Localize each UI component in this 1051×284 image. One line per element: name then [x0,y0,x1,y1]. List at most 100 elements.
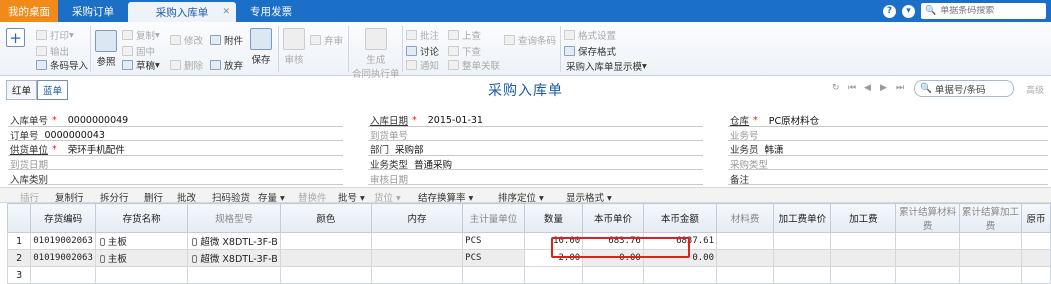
display-format-button[interactable]: 显示格式 ▾ [566,190,612,204]
cell[interactable] [94,266,189,284]
add-button[interactable]: + [6,28,25,47]
cell[interactable] [895,249,961,267]
date-field[interactable]: 入库日期 * 2015-01-31 [370,113,483,128]
display-template-select[interactable]: 采购入库单显示模 ▾ [566,59,647,74]
cell-memory[interactable] [370,249,464,267]
draft-button[interactable]: 草稿 ▾ [122,58,160,72]
salesman-field[interactable]: 业务员 韩潇 [730,142,784,156]
reference-button[interactable]: 参照 [95,30,117,68]
col-header[interactable]: 数量 [523,203,584,233]
audit-button[interactable]: 审核 [283,28,305,66]
cell-name[interactable]: 主板 [94,249,189,267]
abandon-button[interactable]: 放弃 [210,58,243,72]
dept-field[interactable]: 部门 采购部 [370,142,424,156]
cell[interactable] [959,266,1022,284]
col-header[interactable]: 加工费单价 [773,203,832,233]
doc-no-field[interactable]: 入库单号 * 0000000049 [10,113,128,128]
query-barcode-button[interactable]: 查询条码 [504,33,556,47]
replace-part-button[interactable]: 替换件 [298,190,327,204]
barcode-import-button[interactable]: 条码导入 [36,58,88,72]
table-row[interactable]: 2 01019002063 主板 超微 X8DTL-3F-B PCS 2.00 … [6,249,1051,267]
cell[interactable] [279,266,372,284]
cell-unit[interactable]: PCS [462,249,525,267]
col-header[interactable]: 规格型号 [187,203,281,233]
position-button[interactable]: 货位 ▾ [374,190,401,204]
col-header[interactable]: 材料费 [715,203,775,233]
last-record-icon[interactable]: ⏭ [896,83,904,93]
print-button[interactable]: 打印 ▾ [36,28,74,42]
modify-button[interactable]: 修改 [170,33,203,47]
scan-check-button[interactable]: 扫码验货 [212,190,250,204]
stock-button[interactable]: 存量 ▾ [258,190,285,204]
col-header[interactable]: 加工费 [830,203,897,233]
cell[interactable] [773,266,832,284]
tab-purchase-inbound[interactable]: 采购入库单 ✕ [128,2,236,22]
col-header[interactable]: 存货名称 [94,203,189,233]
cell[interactable] [773,249,832,267]
advanced-search-link[interactable]: 高级 [1026,83,1044,96]
cell[interactable] [959,232,1022,250]
cell-name[interactable]: 主板 [94,232,189,250]
save-format-button[interactable]: 保存格式 [564,44,616,58]
table-row[interactable]: 3 [6,266,1051,284]
lot-button[interactable]: 批号 ▾ [338,190,365,204]
cell[interactable] [370,266,464,284]
cell[interactable] [830,232,897,250]
prev-record-icon[interactable]: ◀ [864,83,871,93]
tab-my-desktop[interactable]: 我的桌面 [0,0,58,22]
attachment-icon[interactable] [99,238,105,246]
cell-spec[interactable]: 超微 X8DTL-3F-B [187,249,281,267]
batch-edit-button[interactable]: 批改 [177,190,196,204]
col-header[interactable]: 累计结算加工费 [959,203,1022,233]
col-header[interactable]: 本币单价 [582,203,644,233]
refresh-icon[interactable]: ↻ [832,83,840,93]
delete-button[interactable]: 删除 [170,58,203,72]
copy-row-button[interactable]: 复制行 [55,190,84,204]
cell[interactable] [715,249,775,267]
next-record-icon[interactable]: ▶ [880,83,887,93]
table-row[interactable]: 1 01019002063 主板 超微 X8DTL-3F-B PCS 10.00… [6,232,1051,250]
cell[interactable] [773,232,832,250]
cell[interactable] [715,266,775,284]
cell-memory[interactable] [370,232,464,250]
close-icon[interactable]: ✕ [222,7,230,17]
cell-color[interactable] [279,232,372,250]
cell[interactable] [187,266,281,284]
check-button[interactable]: 固中 [122,44,155,58]
conversion-button[interactable]: 结存换算率 ▾ [418,190,473,204]
col-header[interactable]: 累计结算材料费 [895,203,961,233]
notify-button[interactable]: 通知 [406,58,439,72]
tab-special-invoice[interactable]: 专用发票 [236,0,306,22]
cell[interactable] [830,249,897,267]
format-setting-button[interactable]: 格式设置 [564,28,616,42]
cell[interactable] [523,266,584,284]
cell[interactable] [30,266,96,284]
col-header[interactable]: 颜色 [279,203,372,233]
delete-row-button[interactable]: 删行 [144,190,163,204]
attachment-icon[interactable] [192,238,198,246]
cell[interactable] [895,266,961,284]
approve-button[interactable]: 批注 [406,28,439,42]
first-record-icon[interactable]: ⏮ [848,83,856,93]
help-icon[interactable]: ? [883,4,896,18]
tab-purchase-order[interactable]: 采购订单 [58,0,128,22]
barcode-search-input[interactable] [940,6,1041,16]
col-header[interactable]: 存货编码 [30,203,96,233]
attachment-icon[interactable] [99,255,105,263]
prev-query-button[interactable]: 上查 [448,28,481,42]
col-header[interactable]: 本币金额 [642,203,718,233]
next-query-button[interactable]: 下查 [448,44,481,58]
generate-button[interactable]: 生成 合同执行单 [352,28,400,80]
cell[interactable] [895,232,961,250]
cell[interactable] [715,232,775,250]
supplier-field[interactable]: 供货单位 * 荣环手机配件 [10,142,125,157]
cell[interactable] [642,266,718,284]
cell[interactable] [830,266,897,284]
cell[interactable] [1020,232,1051,250]
cell-spec[interactable]: 超微 X8DTL-3F-B [187,232,281,250]
sort-button[interactable]: 排序定位 ▾ [498,190,544,204]
cell-unit[interactable]: PCS [462,232,525,250]
doc-search[interactable]: 🔍 单据号/条码 [914,80,1014,97]
attachment-icon[interactable] [192,255,198,263]
cell-color[interactable] [279,249,372,267]
